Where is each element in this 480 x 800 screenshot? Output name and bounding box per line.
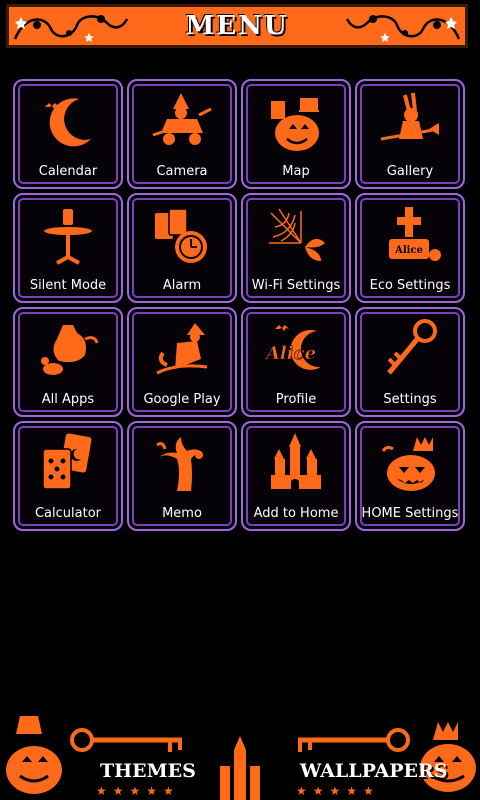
pocket-watch-cards-icon [155, 208, 207, 263]
tile-label: Settings [383, 392, 437, 407]
tile-label: Calculator [34, 506, 101, 521]
svg-text:Alice: Alice [264, 343, 316, 364]
flourish-left-icon [13, 15, 129, 42]
witch-moon-icon [156, 323, 208, 375]
tile-label: Profile [275, 392, 317, 407]
footer-decoration-icon [6, 716, 476, 800]
tile-memo[interactable]: Memo [127, 421, 237, 531]
tile-google-play[interactable]: Google Play [127, 307, 237, 417]
tile-label: Wi-Fi Settings [251, 278, 341, 293]
tile-camera[interactable]: Camera [127, 79, 237, 189]
tile-label: Alarm [162, 278, 202, 293]
tile-add-to-home[interactable]: Add to Home [241, 421, 351, 531]
alice-logo-icon: Alice [264, 325, 321, 370]
rabbit-broom-icon [380, 92, 440, 141]
pumpkin-teacup-icon [271, 98, 319, 151]
tile-label: Calendar [38, 164, 98, 179]
spiderweb-butterfly-icon [269, 208, 325, 261]
tile-label: Eco Settings [369, 278, 451, 293]
tile-silent-mode[interactable]: Silent Mode [13, 193, 123, 303]
tile-label: HOME Settings [361, 506, 459, 521]
tile-label: Map [282, 164, 310, 179]
crowned-pumpkin-icon [381, 437, 435, 491]
tile-gallery[interactable]: Gallery [355, 79, 465, 189]
skeleton-key-icon [387, 319, 437, 375]
tile-label: Add to Home [253, 506, 339, 521]
tile-wifi-settings[interactable]: Wi-Fi Settings [241, 193, 351, 303]
tile-label: Camera [156, 164, 208, 179]
menu-header: MENU [6, 4, 468, 48]
teapot-mouse-icon [41, 325, 99, 375]
spooky-tree-icon [156, 437, 203, 491]
tile-eco-settings[interactable]: Alice Eco Settings [355, 193, 465, 303]
svg-text:Alice: Alice [394, 245, 423, 256]
tile-label: All Apps [41, 392, 95, 407]
tile-settings[interactable]: Settings [355, 307, 465, 417]
tile-all-apps[interactable]: All Apps [13, 307, 123, 417]
app-grid: Calendar Camera Map Gallery Silent Mode … [13, 79, 465, 531]
tile-label: Gallery [386, 164, 434, 179]
tile-home-settings[interactable]: HOME Settings [355, 421, 465, 531]
tile-label: Google Play [143, 392, 221, 407]
tile-profile[interactable]: Alice Profile [241, 307, 351, 417]
tile-label: Silent Mode [29, 278, 107, 293]
themes-button[interactable]: THEMES [100, 760, 196, 782]
witch-carriage-icon [152, 93, 212, 145]
moon-bats-icon [45, 98, 91, 147]
playing-cards-icon [42, 433, 92, 490]
stars-right: ★★★★★ [296, 784, 380, 798]
tile-calendar[interactable]: Calendar [13, 79, 123, 189]
page-title: MENU [185, 11, 289, 41]
tile-calculator[interactable]: Calculator [13, 421, 123, 531]
tile-label: Memo [162, 506, 202, 521]
wallpapers-button[interactable]: WALLPAPERS [300, 760, 448, 782]
tile-alarm[interactable]: Alarm [127, 193, 237, 303]
table-bottle-icon [44, 209, 92, 265]
flourish-right-icon [345, 15, 461, 42]
footer-bar: THEMES WALLPAPERS ★★★★★ ★★★★★ [0, 710, 480, 800]
castle-icon [271, 433, 321, 489]
tile-map[interactable]: Map [241, 79, 351, 189]
stars-left: ★★★★★ [96, 784, 180, 798]
gravestone-icon: Alice [389, 207, 441, 261]
